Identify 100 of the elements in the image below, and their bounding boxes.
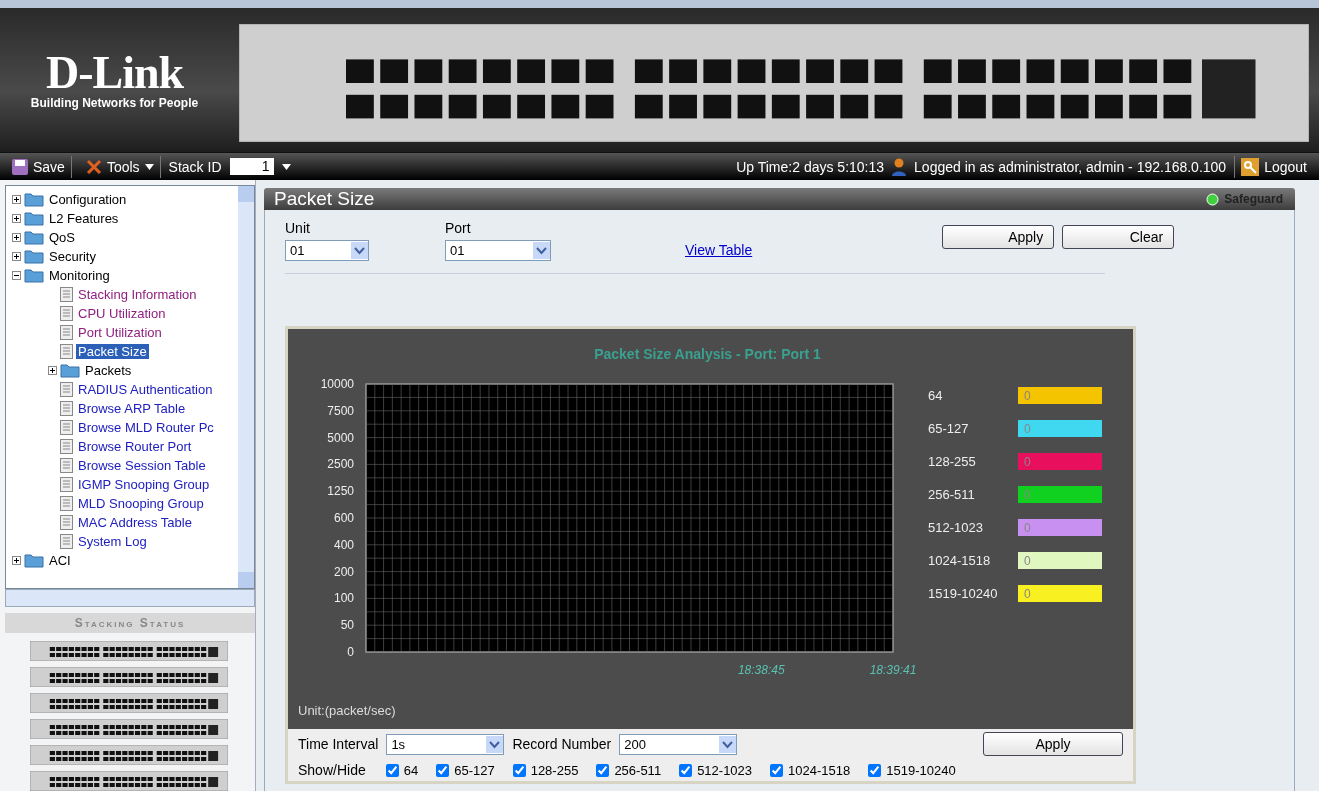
axis-label: 18:39:41 — [869, 663, 917, 677]
tree-item[interactable]: Packet Size — [76, 344, 149, 359]
series-checkbox[interactable]: 128-255 — [512, 762, 579, 778]
axis-label: 10000 — [320, 377, 354, 391]
axis-label: 600 — [333, 511, 354, 525]
checkbox[interactable] — [679, 763, 693, 777]
axis-label: 5000 — [327, 430, 354, 445]
tree-item[interactable]: Browse MLD Router Pc — [76, 420, 216, 435]
login-status: Logged in as administrator, admin - 192.168.0.100 — [914, 158, 1227, 175]
dropdown-caret-icon — [351, 242, 368, 259]
tree-item[interactable]: Packets — [83, 363, 134, 378]
tree-item[interactable]: Browse ARP Table — [76, 401, 188, 416]
legend-value: 0 — [1024, 488, 1031, 502]
collapse-icon[interactable] — [12, 271, 21, 280]
document-icon — [60, 382, 73, 397]
series-checkbox[interactable]: 256-511 — [596, 762, 662, 778]
field-label: Time Interval — [298, 736, 379, 752]
field-label: Record Number — [512, 736, 612, 752]
axis-label: 7500 — [327, 403, 354, 418]
logout-button[interactable]: Logout — [1234, 155, 1313, 178]
apply-button[interactable]: Apply — [942, 225, 1055, 249]
folder-icon — [24, 192, 44, 207]
horizontal-scrollbar[interactable] — [5, 589, 255, 607]
clear-button[interactable]: Clear — [1062, 225, 1175, 249]
axis-label: 100 — [333, 591, 354, 606]
tree-item[interactable]: QoS — [47, 230, 77, 245]
folder-icon — [60, 363, 80, 378]
tree-item[interactable]: Stacking Information — [76, 287, 199, 302]
vertical-scrollbar[interactable] — [238, 186, 254, 589]
checkbox[interactable] — [512, 763, 526, 777]
record-number-select[interactable]: 200 — [619, 733, 738, 755]
tree-item[interactable]: Port Utilization — [76, 325, 164, 340]
tree-item[interactable]: Browse Session Table — [76, 458, 208, 473]
tools-icon — [85, 158, 102, 175]
tree-item[interactable]: Configuration — [47, 192, 129, 207]
time-interval-select[interactable]: 1s — [386, 733, 505, 755]
legend-label: 128-255 — [928, 454, 976, 469]
port-select[interactable]: 01 — [445, 240, 551, 261]
checkbox[interactable] — [868, 763, 882, 777]
series-checkbox[interactable]: 1024-1518 — [770, 762, 851, 778]
expand-icon[interactable] — [12, 233, 21, 242]
series-checkbox[interactable]: 512-1023 — [679, 762, 753, 778]
apply-button[interactable]: Apply — [983, 732, 1123, 756]
panel-title: Packet Size — [274, 188, 375, 210]
legend-value: 0 — [1024, 521, 1031, 535]
tree-item[interactable]: Monitoring — [47, 268, 112, 283]
caret-icon — [281, 163, 291, 170]
tools-menu[interactable]: Tools — [79, 155, 161, 178]
legend-label: 256-511 — [928, 487, 975, 502]
stacking-status-title: Stacking Status — [5, 613, 255, 633]
legend-label: 1024-1518 — [928, 553, 991, 568]
axis-label: 50 — [340, 618, 354, 633]
tree-item[interactable]: RADIUS Authentication — [76, 382, 215, 397]
document-icon — [60, 420, 73, 435]
save-button[interactable]: Save — [6, 155, 72, 178]
user-icon — [892, 157, 907, 176]
tree-item[interactable]: Security — [47, 249, 98, 264]
tree-item[interactable]: ACI — [47, 553, 73, 568]
tree-item[interactable]: IGMP Snooping Group — [76, 477, 212, 492]
legend-value: 0 — [1024, 422, 1031, 436]
stack-id-label: Stack ID — [168, 158, 222, 175]
expand-icon[interactable] — [12, 252, 21, 261]
document-icon — [60, 344, 73, 359]
status-led-icon — [1206, 192, 1220, 206]
series-checkbox[interactable]: 65-127 — [436, 762, 495, 778]
folder-icon — [24, 211, 44, 226]
logo-text: D-Link — [45, 50, 184, 96]
folder-icon — [24, 249, 44, 264]
tree-item[interactable]: L2 Features — [47, 211, 121, 226]
tree-item[interactable]: Browse Router Port — [76, 439, 194, 454]
expand-icon[interactable] — [12, 214, 21, 223]
axis-title: Unit:(packet/sec) — [298, 703, 396, 718]
axis-label: 18:38:45 — [737, 663, 785, 677]
expand-icon[interactable] — [12, 195, 21, 204]
document-icon — [60, 325, 73, 340]
tree-item[interactable]: System Log — [76, 534, 149, 549]
logo-tagline: Building Networks for People — [30, 96, 199, 110]
safeguard-indicator: Safeguard — [1206, 192, 1283, 206]
tree-item[interactable]: CPU Utilization — [76, 306, 168, 321]
chart-title: Packet Size Analysis - Port: Port 1 — [594, 346, 821, 362]
checkbox[interactable] — [436, 763, 450, 777]
tree-item[interactable]: MAC Address Table — [76, 515, 194, 530]
checkbox[interactable] — [385, 763, 399, 777]
checkbox[interactable] — [596, 763, 610, 777]
uptime-text: Up Time:2 days 5:10:13 — [736, 158, 885, 175]
axis-label: 0 — [347, 645, 354, 659]
tree-item[interactable]: MLD Snooping Group — [76, 496, 206, 511]
series-checkbox[interactable]: 64 — [385, 762, 419, 778]
checkbox[interactable] — [770, 763, 784, 777]
stack-id-select[interactable]: 1 — [229, 158, 274, 175]
legend-value: 0 — [1024, 587, 1031, 601]
expand-icon[interactable] — [12, 556, 21, 565]
series-checkbox[interactable]: 1519-10240 — [868, 762, 956, 778]
view-table-link[interactable]: View Table — [685, 242, 753, 258]
unit-select[interactable]: 01 — [285, 240, 369, 261]
document-icon — [60, 534, 73, 549]
expand-icon[interactable] — [48, 366, 57, 375]
axis-label: 200 — [333, 564, 354, 579]
document-icon — [60, 287, 73, 302]
key-icon — [1241, 157, 1260, 176]
